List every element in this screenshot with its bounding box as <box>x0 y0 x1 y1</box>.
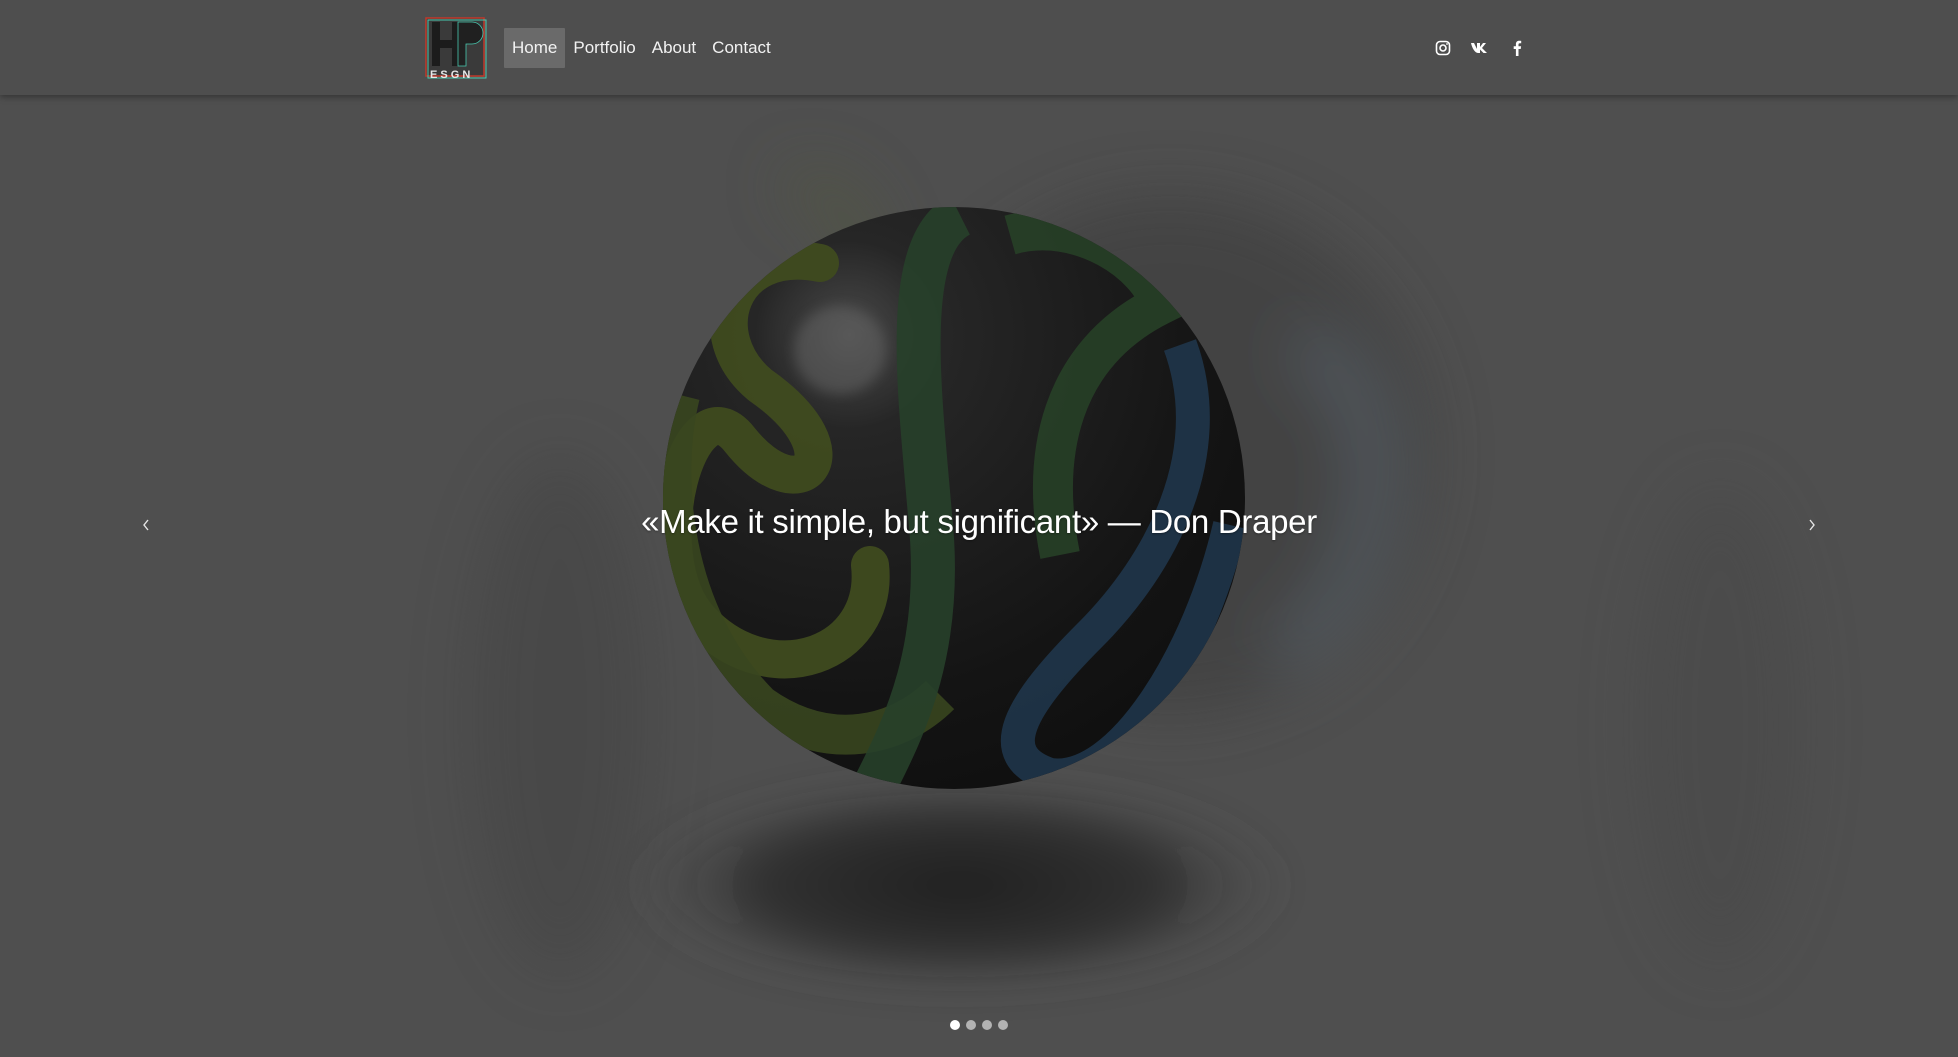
hero-quote: «Make it simple, but significant» — Don … <box>641 503 1317 540</box>
slider-dot-2[interactable] <box>966 1020 976 1030</box>
facebook-link[interactable] <box>1506 37 1528 59</box>
nav-about[interactable]: About <box>644 28 704 68</box>
chevron-left-icon <box>143 519 149 531</box>
nav-portfolio[interactable]: Portfolio <box>565 28 643 68</box>
vk-link[interactable] <box>1469 37 1491 59</box>
brand-logo[interactable]: E S G N <box>424 16 488 81</box>
logo-mark-icon: E S G N <box>425 16 487 81</box>
slider-dot-4[interactable] <box>998 1020 1008 1030</box>
slider-prev-button[interactable] <box>131 510 161 540</box>
site-header: E S G N Home Portfolio About Contact <box>0 0 1958 95</box>
hero-background-image <box>470 170 1800 995</box>
main-nav: Home Portfolio About Contact <box>504 27 779 68</box>
slider-dot-1[interactable] <box>950 1020 960 1030</box>
chevron-right-icon <box>1809 519 1815 531</box>
slider-next-button[interactable] <box>1797 510 1827 540</box>
instagram-link[interactable] <box>1432 37 1454 59</box>
social-links <box>1417 37 1528 59</box>
facebook-icon <box>1513 40 1522 56</box>
nav-home[interactable]: Home <box>504 27 566 68</box>
instagram-icon <box>1435 40 1451 55</box>
slider-dot-3[interactable] <box>982 1020 992 1030</box>
svg-text:E S G N: E S G N <box>430 69 470 80</box>
slider-pagination <box>950 1020 1008 1030</box>
header-container: E S G N Home Portfolio About Contact <box>424 0 1534 95</box>
nav-contact[interactable]: Contact <box>704 28 779 68</box>
hero-slider: «Make it simple, but significant» — Don … <box>0 95 1958 1057</box>
vk-icon <box>1471 42 1487 53</box>
